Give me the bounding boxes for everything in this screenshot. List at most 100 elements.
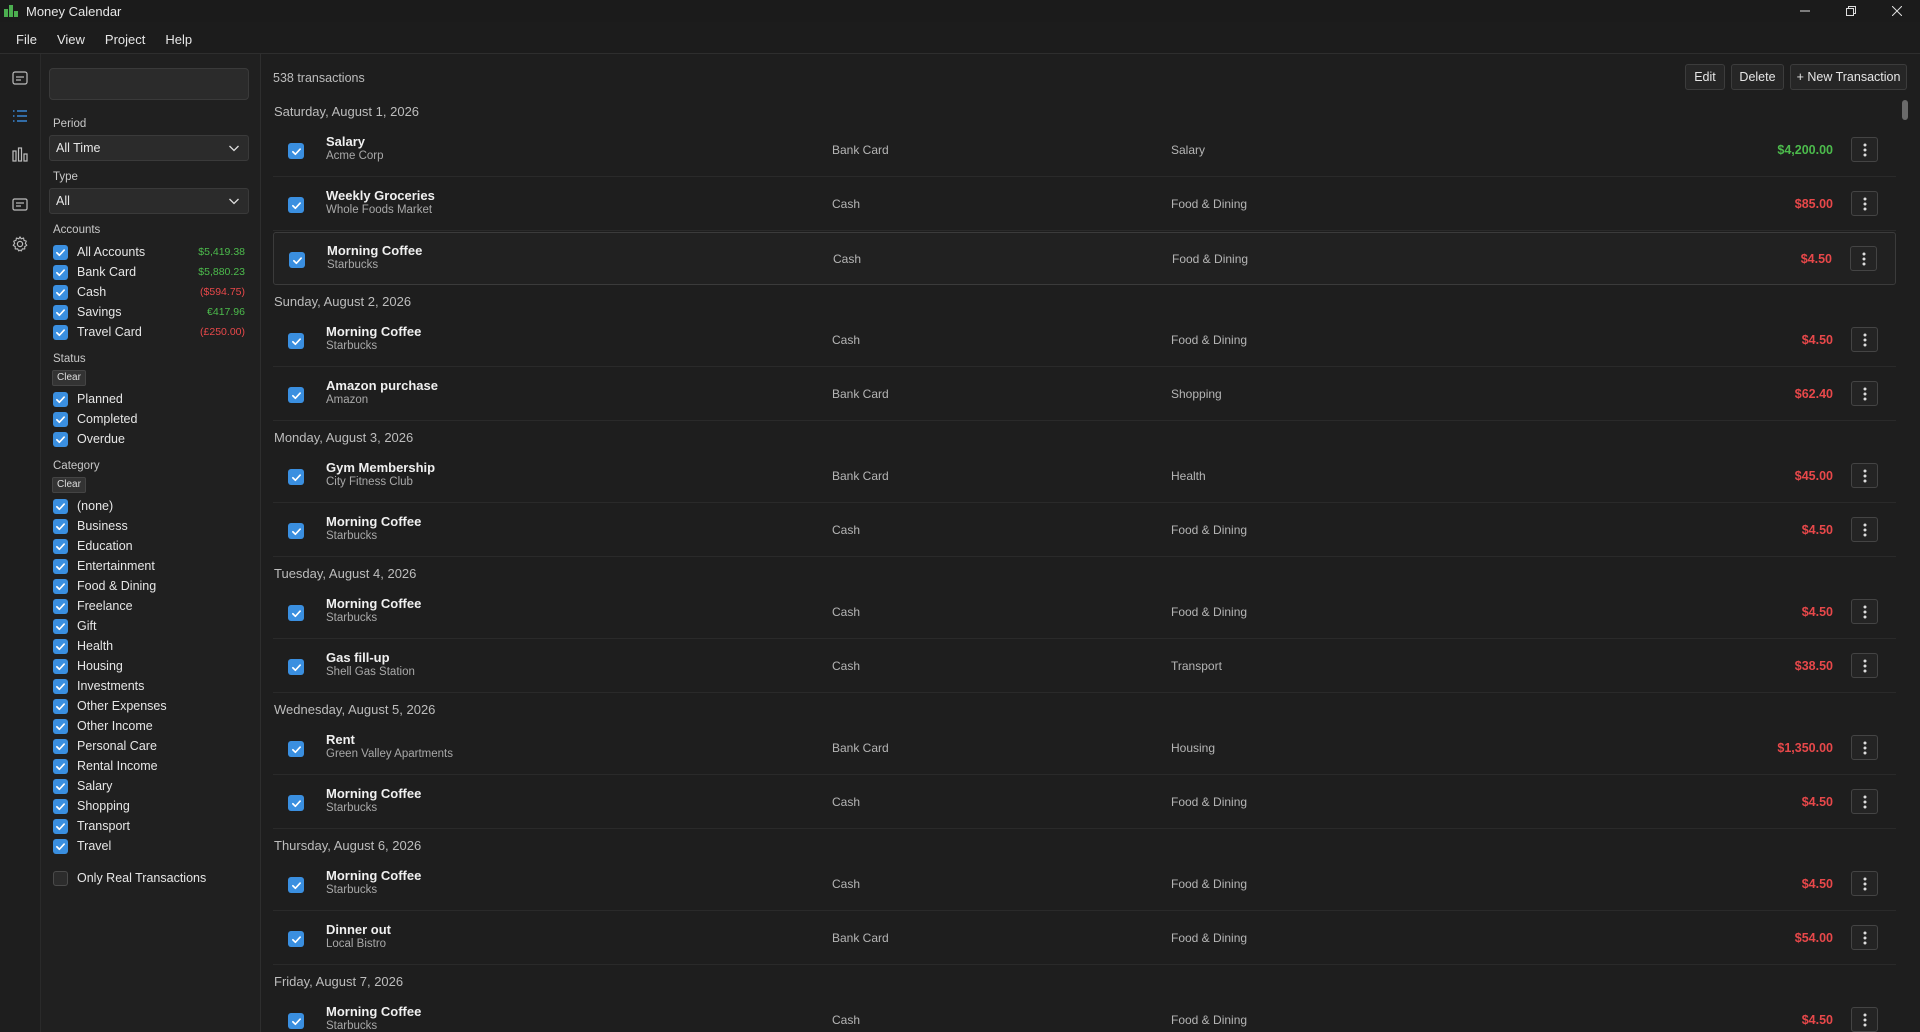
check-icon[interactable] (289, 252, 305, 268)
filter-entertainment[interactable]: Entertainment (53, 557, 253, 575)
more-vertical-icon[interactable] (1851, 871, 1878, 896)
transaction-row[interactable]: Morning Coffee Starbucks Cash Food & Dining… (273, 314, 1896, 367)
check-icon[interactable] (53, 578, 68, 594)
restore-icon[interactable] (1828, 0, 1874, 22)
filter-investments[interactable]: Investments (53, 677, 253, 695)
menu-view[interactable]: View (47, 32, 95, 47)
filter-salary[interactable]: Salary (53, 777, 253, 795)
more-vertical-icon[interactable] (1851, 327, 1878, 352)
gear-icon[interactable] (10, 234, 30, 254)
check-icon[interactable] (53, 518, 68, 534)
check-icon[interactable] (53, 818, 68, 834)
check-icon[interactable] (53, 838, 68, 854)
filter-bank-card[interactable]: Bank Card $5,880.23 (53, 263, 253, 281)
check-icon[interactable] (288, 659, 304, 675)
filter-housing[interactable]: Housing (53, 657, 253, 675)
filter-education[interactable]: Education (53, 537, 253, 555)
check-icon[interactable] (288, 877, 304, 893)
filter-personal-care[interactable]: Personal Care (53, 737, 253, 755)
check-icon[interactable] (53, 391, 68, 407)
type-select[interactable]: All (49, 188, 249, 214)
filter-gift[interactable]: Gift (53, 617, 253, 635)
check-icon[interactable] (53, 638, 68, 654)
more-vertical-icon[interactable] (1851, 137, 1878, 162)
more-vertical-icon[interactable] (1851, 735, 1878, 760)
check-icon[interactable] (53, 658, 68, 674)
more-vertical-icon[interactable] (1851, 925, 1878, 950)
filter-overdue[interactable]: Overdue (53, 430, 253, 448)
minimize-icon[interactable] (1782, 0, 1828, 22)
check-icon[interactable] (53, 264, 68, 280)
check-icon[interactable] (288, 605, 304, 621)
check-icon[interactable] (53, 304, 68, 320)
menu-help[interactable]: Help (155, 32, 202, 47)
filter-business[interactable]: Business (53, 517, 253, 535)
check-icon[interactable] (53, 798, 68, 814)
search-input[interactable] (49, 68, 249, 100)
check-icon[interactable] (288, 795, 304, 811)
filter-transport[interactable]: Transport (53, 817, 253, 835)
filter-other-income[interactable]: Other Income (53, 717, 253, 735)
check-icon[interactable] (288, 931, 304, 947)
filter-travel[interactable]: Travel (53, 837, 253, 855)
filter-shopping[interactable]: Shopping (53, 797, 253, 815)
check-icon[interactable] (288, 523, 304, 539)
period-select[interactable]: All Time (49, 135, 249, 161)
check-icon[interactable] (53, 244, 68, 260)
close-icon[interactable] (1874, 0, 1920, 22)
check-icon[interactable] (53, 431, 68, 447)
transaction-row[interactable]: Morning Coffee Starbucks Cash Food & Dining… (273, 776, 1896, 829)
check-icon[interactable] (288, 469, 304, 485)
transaction-row[interactable]: Gym Membership City Fitness Club Bank Card… (273, 450, 1896, 503)
transaction-row[interactable]: Morning Coffee Starbucks Cash Food & Dining… (273, 232, 1896, 285)
more-vertical-icon[interactable] (1851, 191, 1878, 216)
check-icon[interactable] (288, 1013, 304, 1029)
unchecked-box[interactable] (53, 870, 68, 886)
delete-button[interactable]: Delete (1731, 64, 1784, 90)
more-vertical-icon[interactable] (1851, 381, 1878, 406)
filter-cash[interactable]: Cash ($594.75) (53, 283, 253, 301)
filter-health[interactable]: Health (53, 637, 253, 655)
transaction-row[interactable]: Morning Coffee Starbucks Cash Food & Dining… (273, 858, 1896, 911)
only-real-transactions-toggle[interactable]: Only Real Transactions (53, 869, 253, 887)
check-icon[interactable] (288, 197, 304, 213)
check-icon[interactable] (53, 738, 68, 754)
filter-savings[interactable]: Savings €417.96 (53, 303, 253, 321)
check-icon[interactable] (53, 778, 68, 794)
check-icon[interactable] (53, 558, 68, 574)
check-icon[interactable] (53, 698, 68, 714)
notes-icon[interactable] (10, 195, 30, 215)
transaction-row[interactable]: Morning Coffee Starbucks Cash Food & Dining… (273, 504, 1896, 557)
check-icon[interactable] (53, 538, 68, 554)
calendar-icon[interactable] (10, 68, 30, 88)
filter-completed[interactable]: Completed (53, 410, 253, 428)
transaction-row[interactable]: Salary Acme Corp Bank Card Salary $4,200.00 (273, 124, 1896, 177)
transaction-row[interactable]: Weekly Groceries Whole Foods Market Cash Fo… (273, 178, 1896, 231)
transaction-row[interactable]: Amazon purchase Amazon Bank Card Shopping $6… (273, 368, 1896, 421)
more-vertical-icon[interactable] (1851, 599, 1878, 624)
check-icon[interactable] (53, 718, 68, 734)
transaction-row[interactable]: Morning Coffee Starbucks Cash Food & Dining… (273, 586, 1896, 639)
filter-freelance[interactable]: Freelance (53, 597, 253, 615)
check-icon[interactable] (288, 741, 304, 757)
chart-icon[interactable] (10, 144, 30, 164)
filter-food-and-dining[interactable]: Food & Dining (53, 577, 253, 595)
new-transaction-button[interactable]: + New Transaction (1790, 64, 1907, 90)
check-icon[interactable] (53, 678, 68, 694)
edit-button[interactable]: Edit (1685, 64, 1725, 90)
transaction-row[interactable]: Dinner out Local Bistro Bank Card Food & Di… (273, 912, 1896, 965)
more-vertical-icon[interactable] (1851, 789, 1878, 814)
filter-travel-card[interactable]: Travel Card (£250.00) (53, 323, 253, 341)
category-clear-button[interactable]: Clear (52, 477, 86, 493)
check-icon[interactable] (288, 333, 304, 349)
check-icon[interactable] (288, 387, 304, 403)
check-icon[interactable] (288, 143, 304, 159)
filter-rental-income[interactable]: Rental Income (53, 757, 253, 775)
filter-all-accounts[interactable]: All Accounts $5,419.38 (53, 243, 253, 261)
check-icon[interactable] (53, 324, 68, 340)
more-vertical-icon[interactable] (1851, 1007, 1878, 1032)
transaction-row[interactable]: Gas fill-up Shell Gas Station Cash Transpor… (273, 640, 1896, 693)
check-icon[interactable] (53, 498, 68, 514)
check-icon[interactable] (53, 758, 68, 774)
more-vertical-icon[interactable] (1851, 463, 1878, 488)
